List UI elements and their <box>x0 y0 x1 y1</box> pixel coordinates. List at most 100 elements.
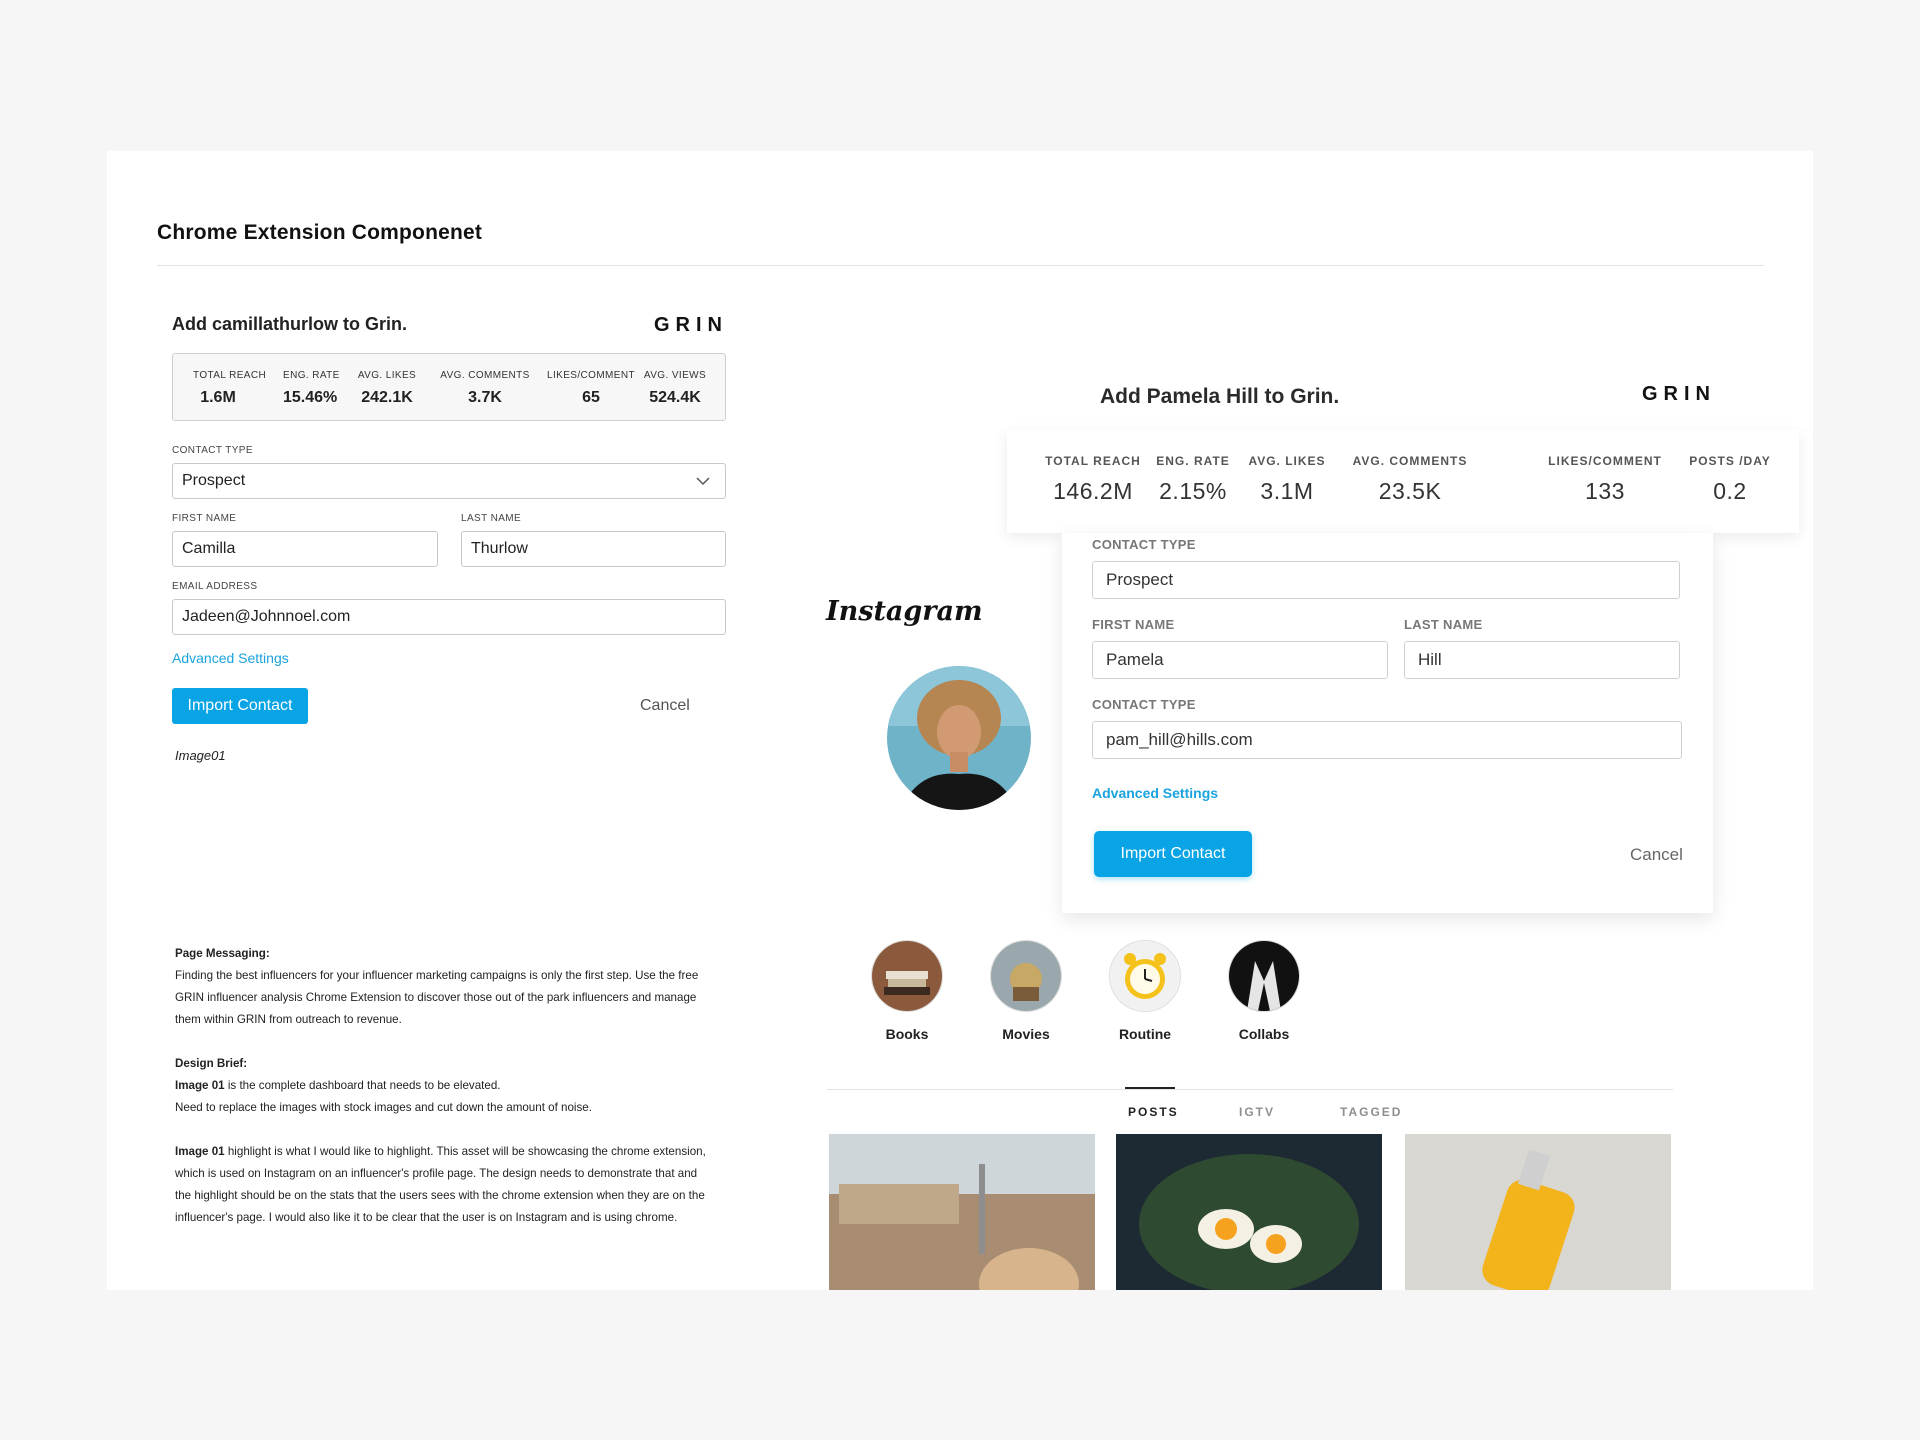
highlight-routine[interactable]: Routine <box>1109 940 1181 1042</box>
stat-label: AVG. LIKES <box>357 370 417 381</box>
stat-value: 3.1M <box>1260 478 1314 504</box>
post-thumbnail[interactable] <box>1116 1134 1382 1290</box>
books-icon <box>871 940 943 1012</box>
tab-tagged[interactable]: TAGGED <box>1340 1105 1402 1119</box>
image-caption: Image01 <box>175 748 226 763</box>
panel1-stats-box: TOTAL REACH 1.6M ENG. RATE 15.46% AVG. L… <box>172 353 726 421</box>
design-notes: Page Messaging: Finding the best influen… <box>175 943 735 1229</box>
page-messaging-line: GRIN influencer analysis Chrome Extensio… <box>175 991 697 1004</box>
stat-posts-per-day: POSTS /DAY 0.2 <box>1685 454 1775 505</box>
stat-label: AVG. COMMENTS <box>1352 454 1468 468</box>
stat-label: LIKES/COMMENT <box>1548 454 1662 468</box>
contact-type-select[interactable]: Prospect <box>1092 561 1680 599</box>
stat-eng-rate: ENG. RATE 15.46% <box>283 370 340 407</box>
page-messaging-line: them within GRIN from outreach to revenu… <box>175 1013 402 1026</box>
stat-value: 65 <box>582 389 600 406</box>
stat-label: AVG. LIKES <box>1248 454 1326 468</box>
alarm-clock-icon <box>1109 940 1181 1012</box>
stat-avg-likes: AVG. LIKES 3.1M <box>1247 454 1327 505</box>
last-name-label: LAST NAME <box>1404 617 1483 632</box>
highlight-movies[interactable]: Movies <box>990 940 1062 1042</box>
panel2-stats-box: TOTAL REACH 146.2M ENG. RATE 2.15% AVG. … <box>1007 430 1799 533</box>
section-title: Chrome Extension Componenet <box>157 221 483 244</box>
contact-type-label: CONTACT TYPE <box>1092 537 1196 552</box>
profile-tabs-divider <box>827 1089 1673 1090</box>
grin-import-modal: CONTACT TYPE Prospect FIRST NAME Pamela … <box>1062 533 1713 913</box>
brief-text: which is used on Instagram on an influen… <box>175 1167 698 1180</box>
avatar[interactable] <box>887 666 1031 810</box>
first-name-label: FIRST NAME <box>172 513 237 524</box>
email-field[interactable]: pam_hill@hills.com <box>1092 721 1682 759</box>
stat-label: LIKES/COMMENT <box>547 370 635 381</box>
stat-value: 242.1K <box>361 389 413 406</box>
collabs-icon <box>1228 940 1300 1012</box>
stat-value: 1.6M <box>200 389 236 406</box>
post-thumbnail[interactable] <box>1405 1134 1671 1290</box>
stat-likes-comment: LIKES/COMMENT 65 <box>541 370 641 407</box>
page-messaging-line: Finding the best influencers for your in… <box>175 969 699 982</box>
section-divider <box>157 265 1764 266</box>
stat-label: AVG. COMMENTS <box>440 370 530 381</box>
stat-total-reach: TOTAL REACH 1.6M <box>193 370 267 407</box>
first-name-label: FIRST NAME <box>1092 617 1175 632</box>
import-contact-button[interactable]: Import Contact <box>172 688 308 724</box>
brief-text: influencer's page. I would also like it … <box>175 1211 678 1224</box>
highlight-label: Books <box>885 1026 929 1042</box>
email-label: CONTACT TYPE <box>1092 697 1196 712</box>
highlight-books[interactable]: Books <box>871 940 943 1042</box>
advanced-settings-link[interactable]: Advanced Settings <box>172 650 289 666</box>
stat-label: POSTS /DAY <box>1689 454 1771 468</box>
panel2-title: Add Pamela Hill to Grin. <box>1100 385 1340 408</box>
tab-igtv[interactable]: IGTV <box>1239 1105 1275 1119</box>
highlight-label: Collabs <box>1238 1026 1290 1042</box>
contact-type-label: CONTACT TYPE <box>172 445 253 456</box>
stat-value: 23.5K <box>1378 478 1442 504</box>
stat-value: 2.15% <box>1159 478 1227 504</box>
brief-text: is the complete dashboard that needs to … <box>224 1079 501 1092</box>
contact-type-select[interactable]: Prospect <box>172 463 726 499</box>
profile-photo <box>887 666 1031 810</box>
brief-text: highlight is what I would like to highli… <box>224 1145 706 1158</box>
stat-value: 0.2 <box>1713 478 1747 504</box>
stat-value: 133 <box>1585 478 1625 504</box>
movies-icon <box>990 940 1062 1012</box>
advanced-settings-link[interactable]: Advanced Settings <box>1092 785 1218 801</box>
brief-text: Need to replace the images with stock im… <box>175 1101 592 1114</box>
highlight-collabs[interactable]: Collabs <box>1228 940 1300 1042</box>
grin-logo: GRIN <box>1642 383 1716 405</box>
grin-logo: GRIN <box>654 314 728 336</box>
page-messaging-heading: Page Messaging: <box>175 947 270 960</box>
highlight-label: Routine <box>1118 1026 1172 1042</box>
brief-text: the highlight should be on the stats tha… <box>175 1189 705 1202</box>
instagram-logo: Instagram <box>826 596 983 627</box>
cancel-button[interactable]: Cancel <box>640 697 690 715</box>
stat-label: ENG. RATE <box>283 370 340 381</box>
brief-bold: Image 01 <box>175 1145 225 1158</box>
email-field[interactable]: Jadeen@Johnnoel.com <box>172 599 726 635</box>
post-thumbnail[interactable] <box>829 1134 1095 1290</box>
last-name-field[interactable]: Thurlow <box>461 531 726 567</box>
stat-avg-comments: AVG. COMMENTS 3.7K <box>435 370 535 407</box>
stat-label: TOTAL REACH <box>193 370 267 381</box>
first-name-field[interactable]: Pamela <box>1092 641 1388 679</box>
email-label: EMAIL ADDRESS <box>172 581 258 592</box>
design-brief-heading: Design Brief: <box>175 1057 248 1070</box>
active-tab-indicator <box>1125 1087 1175 1089</box>
contact-type-value: Prospect <box>182 472 246 489</box>
last-name-field[interactable]: Hill <box>1404 641 1680 679</box>
first-name-field[interactable]: Camilla <box>172 531 438 567</box>
stat-value: 524.4K <box>649 389 701 406</box>
chevron-down-icon <box>696 477 710 486</box>
import-contact-button[interactable]: Import Contact <box>1094 831 1252 877</box>
stat-eng-rate: ENG. RATE 2.15% <box>1153 454 1233 505</box>
highlight-label: Movies <box>1002 1026 1050 1042</box>
stat-label: TOTAL REACH <box>1045 454 1141 468</box>
cancel-button[interactable]: Cancel <box>1630 845 1683 865</box>
stat-total-reach: TOTAL REACH 146.2M <box>1043 454 1143 505</box>
stat-likes-comment: LIKES/COMMENT 133 <box>1535 454 1675 505</box>
stat-avg-likes: AVG. LIKES 242.1K <box>357 370 417 407</box>
stat-label: AVG. VIEWS <box>643 370 707 381</box>
tab-posts[interactable]: POSTS <box>1128 1105 1179 1119</box>
panel1-title: Add camillathurlow to Grin. <box>172 314 408 334</box>
stat-value: 146.2M <box>1053 478 1133 504</box>
